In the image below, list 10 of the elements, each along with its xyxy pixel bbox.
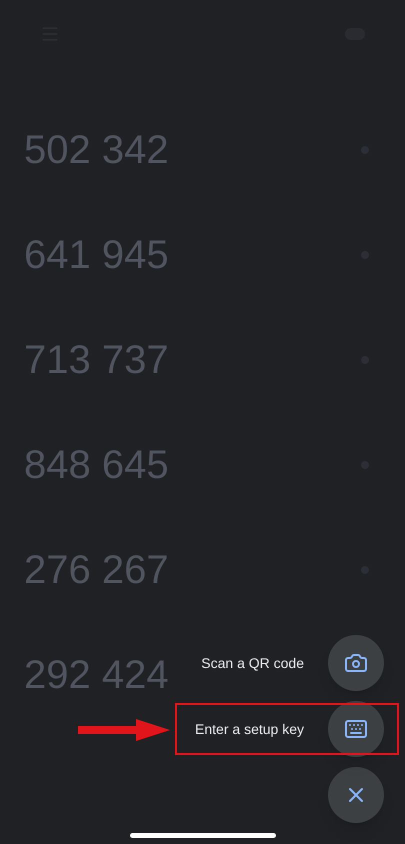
code-text: 713 737	[24, 336, 169, 384]
code-text: 641 945	[24, 232, 169, 278]
code-text: 848 645	[24, 442, 169, 488]
camera-icon	[344, 651, 368, 675]
keyboard-icon	[344, 717, 368, 741]
code-text: 502 342	[24, 126, 169, 174]
menu-item-label[interactable]: Scan a QR code	[201, 652, 304, 674]
menu-item-label[interactable]: Enter a setup key	[195, 718, 304, 740]
code-text: 292 424	[24, 652, 169, 698]
code-text: 276 267	[24, 546, 169, 594]
